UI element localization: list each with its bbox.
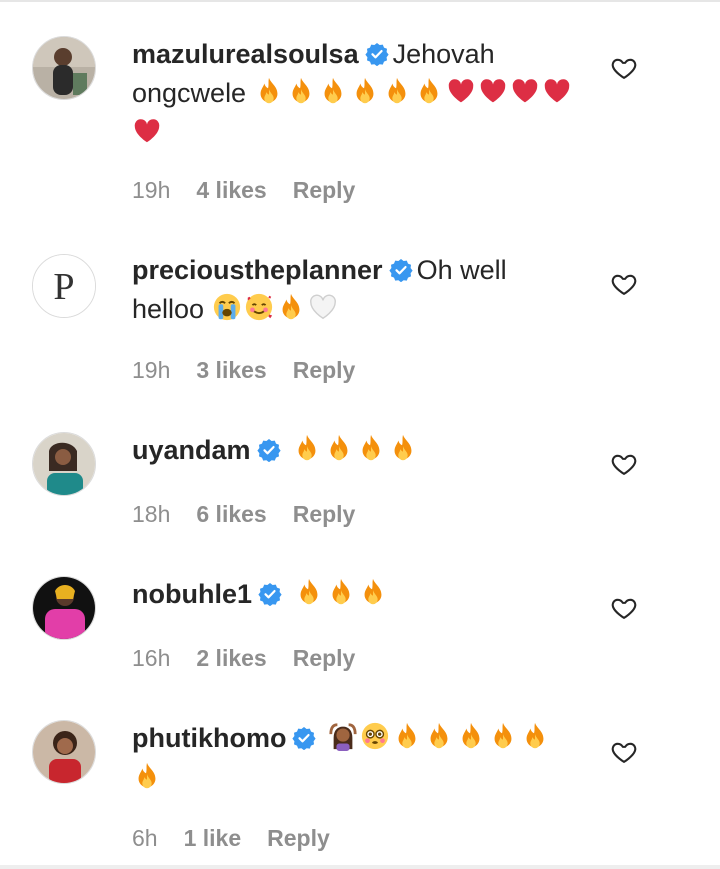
fire-icon	[132, 761, 162, 800]
fire-icon	[358, 577, 388, 616]
timestamp: 18h	[132, 501, 171, 527]
fire-icon	[382, 76, 412, 115]
fire-icon	[286, 76, 316, 115]
username[interactable]: nobuhle1	[132, 579, 252, 609]
likes-count[interactable]: 6 likes	[196, 501, 266, 527]
like-heart-icon[interactable]	[610, 270, 638, 298]
fire-icon	[318, 76, 348, 115]
fire-icon	[388, 433, 418, 472]
avatar[interactable]	[32, 720, 96, 784]
username[interactable]: mazulurealsoulsa	[132, 39, 359, 69]
fire-icon	[456, 721, 486, 760]
fire-icon	[326, 577, 356, 616]
fire-icon	[350, 76, 380, 115]
comment-body: uyandam	[132, 432, 582, 472]
avatar[interactable]	[32, 36, 96, 100]
top-divider	[0, 0, 720, 2]
bottom-divider	[0, 865, 720, 869]
red-heart-icon	[510, 76, 540, 115]
reply-button[interactable]: Reply	[293, 501, 356, 527]
reply-button[interactable]: Reply	[267, 825, 330, 851]
avatar[interactable]: P	[32, 254, 96, 318]
timestamp: 19h	[132, 357, 171, 383]
likes-count[interactable]: 1 like	[184, 825, 242, 851]
comment-body: precioustheplanner Oh well helloo	[132, 252, 582, 331]
timestamp: 16h	[132, 645, 171, 671]
username[interactable]: uyandam	[132, 435, 251, 465]
timestamp: 6h	[132, 825, 158, 851]
fire-icon	[276, 292, 306, 331]
timestamp: 19h	[132, 177, 171, 203]
fire-icon	[488, 721, 518, 760]
verified-badge-icon	[258, 579, 282, 615]
comment-body: mazulurealsoulsa Jehovah ongcwele	[132, 36, 582, 155]
fire-icon	[292, 433, 322, 472]
comment-meta: 19h 4 likes Reply	[132, 176, 355, 204]
verified-badge-icon	[364, 39, 389, 75]
fire-icon	[356, 433, 386, 472]
comment-body: nobuhle1	[132, 576, 582, 616]
like-heart-icon[interactable]	[610, 594, 638, 622]
verified-badge-icon	[388, 255, 413, 291]
reply-button[interactable]: Reply	[293, 645, 356, 671]
emoji-row	[294, 578, 390, 609]
username[interactable]: phutikhomo	[132, 723, 286, 753]
comment-meta: 19h 3 likes Reply	[132, 356, 355, 384]
emoji-row	[212, 293, 340, 324]
avatar[interactable]	[32, 432, 96, 496]
reply-button[interactable]: Reply	[293, 177, 356, 203]
likes-count[interactable]: 4 likes	[196, 177, 266, 203]
red-heart-icon	[542, 76, 572, 115]
fire-icon	[520, 721, 550, 760]
comment-meta: 18h 6 likes Reply	[132, 500, 355, 528]
likes-count[interactable]: 2 likes	[196, 645, 266, 671]
comment-meta: 6h 1 like Reply	[132, 824, 330, 852]
red-heart-icon	[132, 116, 162, 155]
flushed-face-icon	[360, 721, 390, 760]
emoji-row	[292, 434, 420, 465]
red-heart-icon	[446, 76, 476, 115]
fire-icon	[324, 433, 354, 472]
red-heart-icon	[478, 76, 508, 115]
loudly-crying-face-icon	[212, 292, 242, 331]
woman-gesturing-ok-icon	[328, 721, 358, 760]
fire-icon	[424, 721, 454, 760]
fire-icon	[254, 76, 284, 115]
reply-button[interactable]: Reply	[293, 357, 356, 383]
smiling-face-with-hearts-icon	[244, 292, 274, 331]
comment-body: phutikhomo	[132, 720, 582, 800]
white-heart-icon	[308, 292, 338, 331]
fire-icon	[294, 577, 324, 616]
verified-badge-icon	[256, 435, 281, 471]
fire-icon	[414, 76, 444, 115]
like-heart-icon[interactable]	[610, 738, 638, 766]
svg-text:P: P	[53, 266, 74, 308]
username[interactable]: precioustheplanner	[132, 255, 383, 285]
comment-meta: 16h 2 likes Reply	[132, 644, 355, 672]
avatar[interactable]	[32, 576, 96, 640]
verified-badge-icon	[292, 723, 317, 759]
fire-icon	[392, 721, 422, 760]
likes-count[interactable]: 3 likes	[196, 357, 266, 383]
like-heart-icon[interactable]	[610, 450, 638, 478]
like-heart-icon[interactable]	[610, 54, 638, 82]
